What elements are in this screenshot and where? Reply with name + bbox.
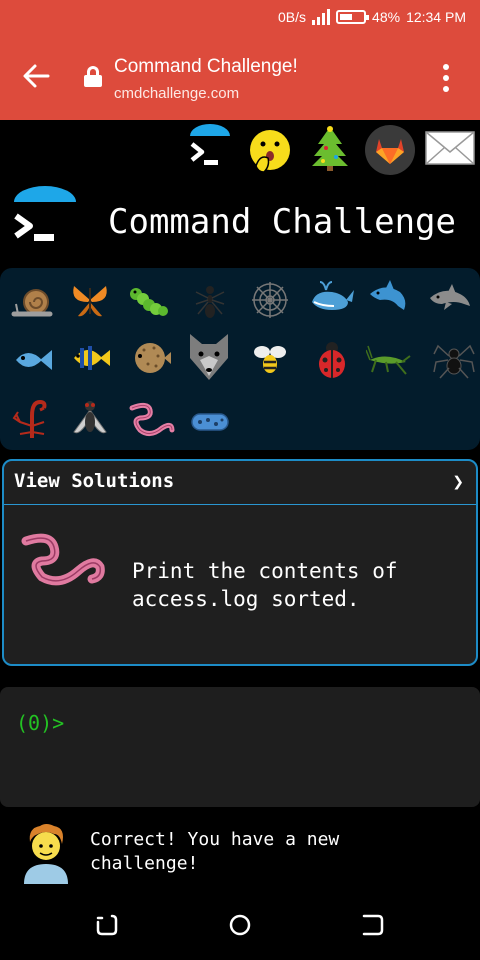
view-solutions-header[interactable]: View Solutions ❯ xyxy=(4,461,476,505)
person-icon xyxy=(24,824,68,884)
result-message: Correct! You have a new challenge! xyxy=(90,829,340,874)
challenge-grid xyxy=(0,268,480,450)
scorpion-icon[interactable] xyxy=(10,396,54,440)
fish-icon[interactable] xyxy=(10,338,54,382)
dolphin-icon[interactable] xyxy=(366,276,410,320)
chevron-right-icon[interactable]: ❯ xyxy=(453,471,464,493)
worm-icon xyxy=(21,533,105,586)
caterpillar-icon[interactable] xyxy=(126,280,170,324)
lock-icon xyxy=(84,66,102,87)
url-text[interactable]: cmdchallenge.com xyxy=(114,85,239,102)
christmas-tree-icon[interactable] xyxy=(306,124,354,172)
envelope-icon[interactable] xyxy=(424,128,476,168)
overflow-menu-icon[interactable] xyxy=(436,64,456,92)
top-icon-row xyxy=(0,122,480,182)
zipper-face-icon[interactable] xyxy=(246,126,294,174)
butterfly-icon[interactable] xyxy=(68,278,112,322)
status-bar: 0B/s 48% 12:34 PM xyxy=(0,0,480,36)
recents-icon[interactable] xyxy=(94,912,120,938)
terminal-prompt: (0)> xyxy=(16,711,65,735)
terminal-logo-icon xyxy=(14,186,76,241)
terminal-logo-icon[interactable] xyxy=(186,124,234,172)
browser-toolbar: Command Challenge! cmdchallenge.com xyxy=(0,36,480,120)
spider-web-icon[interactable] xyxy=(248,278,292,322)
page-title[interactable]: Command Challenge! xyxy=(114,56,298,78)
network-speed: 0B/s xyxy=(278,9,307,25)
challenge-description: Print the contents of access.log sorted. xyxy=(132,559,398,611)
navigation-bar xyxy=(0,890,480,960)
challenge-card: View Solutions ❯ Print the contents of a… xyxy=(2,459,478,666)
fly-icon[interactable] xyxy=(68,396,112,440)
home-icon[interactable] xyxy=(227,912,253,938)
worm-icon[interactable] xyxy=(128,400,176,444)
view-solutions-label[interactable]: View Solutions xyxy=(14,470,174,492)
dolphin-gray-icon[interactable] xyxy=(428,276,472,320)
gitlab-icon[interactable] xyxy=(364,124,416,176)
clock: 12:34 PM xyxy=(406,9,466,25)
microbe-icon[interactable] xyxy=(188,400,232,444)
cricket-icon[interactable] xyxy=(366,342,414,386)
tropical-fish-icon[interactable] xyxy=(68,336,112,380)
signal-icon xyxy=(312,9,331,25)
snail-icon[interactable] xyxy=(10,280,54,324)
terminal-input-area[interactable]: (0)> xyxy=(0,687,480,807)
wolf-icon[interactable] xyxy=(184,330,234,382)
blowfish-icon[interactable] xyxy=(128,336,172,380)
back-arrow-icon[interactable] xyxy=(22,62,50,90)
battery-percent: 48% xyxy=(372,9,401,25)
ladybug-icon[interactable] xyxy=(310,338,354,382)
battery-icon xyxy=(336,10,370,24)
whale-icon[interactable] xyxy=(308,276,356,320)
page-heading: Command Challenge xyxy=(108,202,456,242)
spider-icon[interactable] xyxy=(432,338,476,382)
bee-icon[interactable] xyxy=(248,338,292,382)
ant-icon[interactable] xyxy=(188,280,232,324)
back-icon[interactable] xyxy=(360,912,386,938)
